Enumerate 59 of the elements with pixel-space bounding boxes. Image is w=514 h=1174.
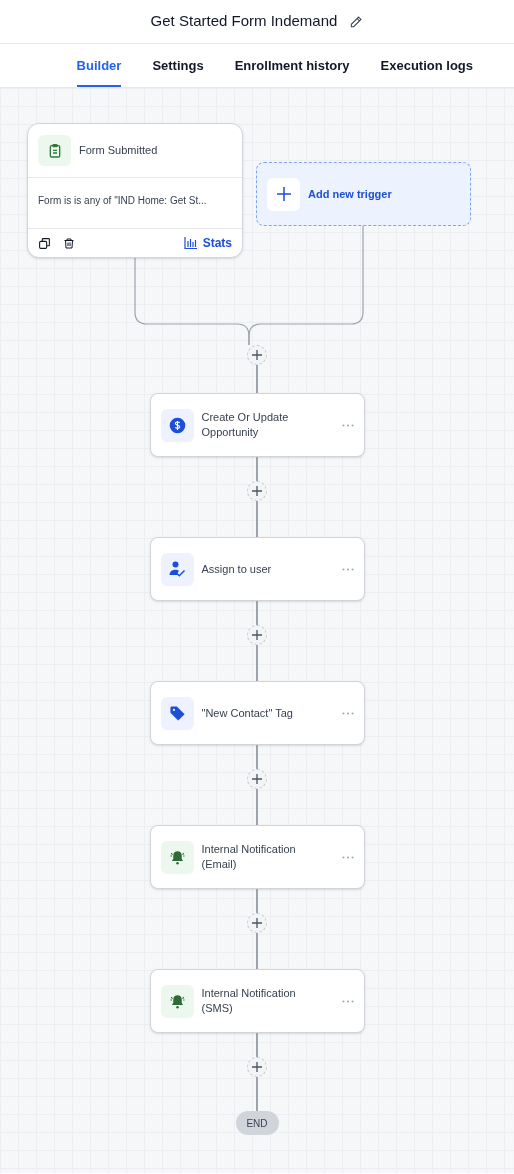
more-icon[interactable] <box>341 423 354 427</box>
action-title: Assign to user <box>201 561 273 577</box>
stats-button[interactable]: Stats <box>183 234 232 252</box>
action-title: "New Contact" Tag <box>201 705 294 721</box>
add-step-button[interactable] <box>247 769 267 789</box>
add-step-button[interactable] <box>247 481 267 501</box>
tag-icon <box>160 696 194 730</box>
more-icon[interactable] <box>341 855 354 859</box>
plus-icon <box>252 1062 262 1072</box>
add-trigger-button[interactable]: Add new trigger <box>256 162 471 226</box>
action-title: Create Or Update Opportunity <box>201 410 290 440</box>
plus-icon <box>252 350 262 360</box>
edit-icon[interactable] <box>349 14 364 29</box>
connector-line <box>256 365 258 393</box>
connector-line <box>256 601 258 625</box>
bell-icon <box>160 984 194 1018</box>
action-title: Internal Notification (SMS) <box>201 986 297 1016</box>
more-icon[interactable] <box>341 567 354 571</box>
action-card[interactable]: Assign to user <box>149 537 365 601</box>
connector-line <box>256 1033 258 1057</box>
connector-line <box>256 645 258 681</box>
add-step-button[interactable] <box>247 1057 267 1077</box>
dollar-icon <box>160 408 194 442</box>
workflow-title: Get Started Form Indemand <box>150 11 338 32</box>
plus-icon <box>252 630 262 640</box>
bell-icon <box>160 840 194 874</box>
trigger-card[interactable]: Form Submitted Form is is any of "IND Home: Get St... Stats <box>27 123 243 258</box>
connector-line <box>256 889 258 913</box>
plus-icon <box>252 774 262 784</box>
bar-chart-icon <box>183 237 197 249</box>
copy-icon[interactable] <box>38 236 51 250</box>
plus-icon <box>267 177 300 211</box>
more-icon[interactable] <box>341 999 354 1003</box>
user-check-icon <box>160 552 194 586</box>
connector-line <box>256 457 258 481</box>
end-marker: END <box>235 1111 279 1135</box>
plus-icon <box>252 918 262 928</box>
trigger-condition: Form is is any of "IND Home: Get St... <box>38 195 207 206</box>
add-step-button[interactable] <box>247 345 267 365</box>
trigger-title: Form Submitted <box>79 143 158 159</box>
connector-line <box>256 789 258 825</box>
action-card[interactable]: Internal Notification (Email) <box>149 825 365 889</box>
action-title: Internal Notification (Email) <box>201 842 297 872</box>
trash-icon[interactable] <box>63 236 75 250</box>
connector-line <box>256 933 258 969</box>
connector-line <box>256 1077 258 1111</box>
tab[interactable]: Settings <box>152 44 204 87</box>
more-icon[interactable] <box>341 711 354 715</box>
action-card[interactable]: Internal Notification (SMS) <box>149 969 365 1033</box>
tab[interactable]: Enrollment history <box>234 44 350 87</box>
tab[interactable]: Execution logs <box>380 44 473 87</box>
add-step-button[interactable] <box>247 625 267 645</box>
clipboard-icon <box>38 135 71 166</box>
action-card[interactable]: "New Contact" Tag <box>149 681 365 745</box>
connector-line <box>256 745 258 769</box>
plus-icon <box>252 486 262 496</box>
connector-line <box>256 501 258 537</box>
action-card[interactable]: Create Or Update Opportunity <box>149 393 365 457</box>
add-step-button[interactable] <box>247 913 267 933</box>
